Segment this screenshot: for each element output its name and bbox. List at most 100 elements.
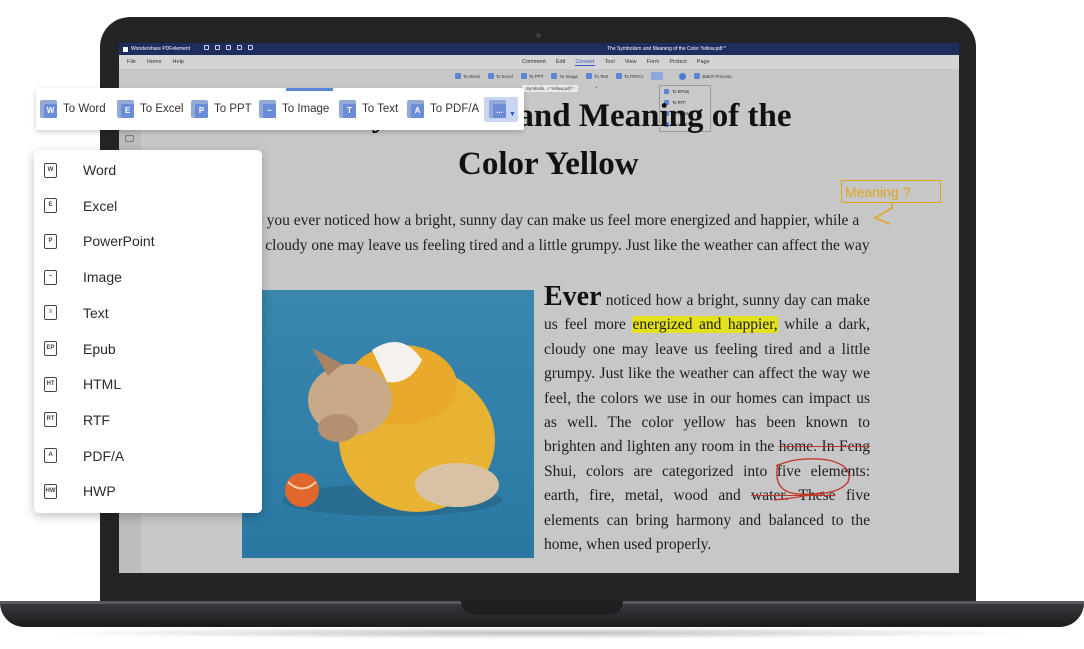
convert-button-label: To Excel: [140, 103, 184, 115]
ribbon-to-image-button[interactable]: To Image: [551, 73, 578, 79]
article-column: Ever noticed how a bright, sunny day can…: [544, 283, 870, 557]
format-item-pdf-a[interactable]: A PDF/A: [34, 441, 262, 471]
powerpoint-file-icon: P: [44, 233, 57, 249]
undo-icon[interactable]: [248, 45, 253, 50]
camera-dot: [536, 33, 541, 38]
open-icon[interactable]: [215, 45, 220, 50]
ribbon-label: To PPT: [528, 73, 544, 79]
document-title-line2: Color Yellow: [458, 146, 639, 182]
format-item-rtf[interactable]: RT RTF: [34, 405, 262, 435]
dog-illustration: [282, 342, 502, 516]
active-indicator: [286, 88, 333, 91]
share-icon[interactable]: [237, 45, 242, 50]
format-item-powerpoint[interactable]: P PowerPoint: [34, 226, 262, 256]
print-icon[interactable]: [226, 45, 231, 50]
menu-view[interactable]: View: [625, 59, 637, 66]
format-item-label: RTF: [83, 411, 110, 428]
icon-glyph: W: [44, 104, 57, 118]
format-item-label: PDF/A: [83, 447, 125, 464]
note-arrow-icon: [873, 203, 893, 225]
new-tab-button[interactable]: +: [595, 85, 598, 90]
format-item-label: HTML: [83, 376, 122, 393]
menu-edit[interactable]: Edit: [556, 59, 565, 66]
comment-icon[interactable]: [125, 135, 134, 142]
format-item-excel[interactable]: E Excel: [34, 191, 262, 221]
circle-annotation[interactable]: [768, 452, 858, 504]
menu-help[interactable]: Help: [173, 59, 184, 65]
convert-ribbon: To Word To Excel To PPT To Image To Text To P…: [455, 70, 731, 82]
format-item-image[interactable]: ~ Image: [34, 262, 262, 292]
excel-file-icon: E: [44, 198, 57, 214]
image-file-icon: ~: [44, 269, 57, 285]
format-item-html[interactable]: HT HTML: [34, 369, 262, 399]
menu-protect[interactable]: Protect: [669, 59, 686, 66]
pdf-a-file-icon: A: [407, 100, 424, 118]
ribbon-more-icon[interactable]: [651, 72, 664, 80]
convert-button-label: To Word: [63, 103, 106, 115]
save-icon[interactable]: [204, 45, 209, 50]
format-item-word[interactable]: W Word: [34, 155, 262, 185]
convert-to-word-button[interactable]: W To Word: [40, 99, 106, 119]
comment-note[interactable]: Meaning ?: [841, 180, 941, 203]
icon-glyph: P: [195, 104, 208, 118]
text-file-icon: T: [339, 100, 356, 118]
convert-button-label: To PDF/A: [430, 103, 480, 115]
menu-comment[interactable]: Comment: [522, 59, 546, 66]
app-logo-icon: [123, 46, 128, 52]
dropcap: Ever: [544, 281, 602, 312]
app-name-text: Wondershare PDFelement: [131, 46, 191, 52]
menu-tool[interactable]: Tool: [605, 59, 615, 66]
format-item-epub[interactable]: EP Epub: [34, 334, 262, 364]
excel-file-icon: E: [117, 100, 134, 118]
menu-page[interactable]: Page: [697, 59, 710, 66]
convert-icon: [551, 73, 558, 79]
convert-to-pdf-a-button[interactable]: A To PDF/A: [407, 99, 479, 119]
menu-form[interactable]: Form: [647, 59, 660, 66]
ribbon-label: To Image: [559, 73, 578, 79]
convert-icon: [520, 73, 527, 79]
convert-icon: [455, 73, 461, 79]
format-item-text[interactable]: ≡ Text: [34, 298, 262, 328]
highlighted-text[interactable]: energized and happier,: [632, 316, 778, 334]
icon-glyph: E: [121, 104, 134, 118]
laptop-notch: [461, 601, 623, 615]
convert-toolbar: ... ▼ W To Word E To Excel P To PPT ~ To Image T…: [36, 88, 524, 130]
ribbon-to-word-button[interactable]: To Word: [455, 73, 480, 79]
mini-menu-label: To EPUB: [672, 89, 689, 94]
html-file-icon: HT: [44, 376, 57, 392]
format-item-label: Epub: [83, 340, 116, 357]
rtf-file-icon: RT: [44, 412, 57, 428]
ribbon-label: To Text: [593, 73, 609, 79]
icon-glyph: ~: [263, 104, 276, 118]
window-title: The Symbolism and Meaning of the Color Y…: [607, 46, 726, 52]
convert-to-ppt-button[interactable]: P To PPT: [191, 99, 252, 119]
convert-to-excel-button[interactable]: E To Excel: [117, 99, 183, 119]
menu-home[interactable]: Home: [147, 59, 162, 65]
batch-process-button[interactable]: Batch Process: [694, 73, 731, 79]
more-formats-button[interactable]: ... ▼: [484, 97, 518, 122]
column-text-3: Shui, colors are categorized into: [544, 462, 777, 480]
hwp-file-icon: HW: [44, 483, 57, 499]
ribbon-label: To PDF/A: [624, 73, 644, 79]
format-item-label: Image: [83, 269, 122, 286]
ribbon-to-excel-button[interactable]: To Excel: [487, 73, 513, 79]
word-file-icon: W: [44, 162, 57, 178]
convert-to-text-button[interactable]: T To Text: [339, 99, 398, 119]
menu-file[interactable]: File: [127, 59, 136, 65]
menu-convert[interactable]: Convert: [575, 59, 595, 66]
document-tab[interactable]: Symbolis...r Yellow.pdf *: [522, 85, 578, 92]
format-icon: [664, 89, 669, 94]
gear-icon[interactable]: [679, 72, 687, 80]
convert-button-label: To Text: [362, 103, 399, 115]
ribbon-to-pdf-a-button[interactable]: To PDF/A: [616, 73, 643, 79]
mini-menu-item[interactable]: To EPUB: [660, 86, 710, 97]
batch-icon: [694, 73, 701, 79]
format-item-label: Word: [83, 162, 117, 178]
format-item-hwp[interactable]: HW HWP: [34, 476, 262, 506]
pdf-a-file-icon: A: [44, 448, 57, 464]
convert-to-image-button[interactable]: ~ To Image: [259, 99, 329, 119]
icon-glyph: T: [343, 104, 356, 118]
ribbon-to-text-button[interactable]: To Text: [585, 73, 609, 79]
ribbon-to-ppt-button[interactable]: To PPT: [520, 73, 544, 79]
icon-glyph: A: [411, 104, 424, 118]
